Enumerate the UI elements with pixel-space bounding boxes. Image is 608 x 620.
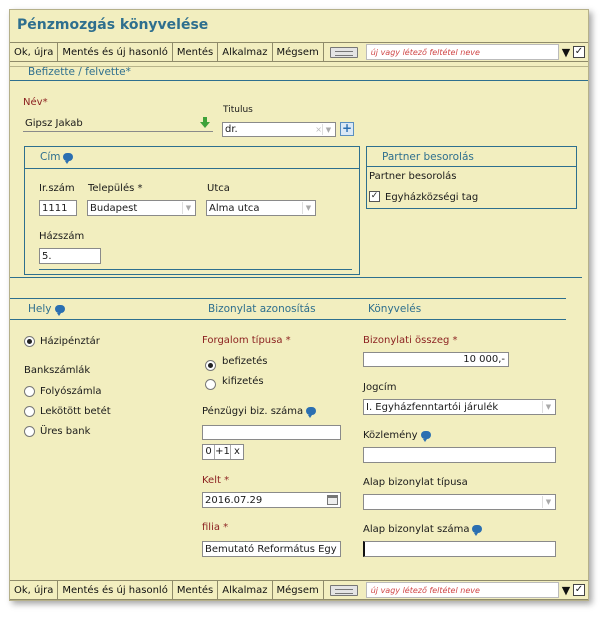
fin-doc-label: Pénzügyi biz. száma	[202, 406, 317, 418]
titulus-combo[interactable]: dr. × ▼	[222, 122, 336, 137]
street-label: Utca	[207, 183, 230, 194]
base-doc-type-combo[interactable]: ▼	[363, 494, 556, 510]
partner-sub-label: Partner besorolás	[369, 171, 457, 182]
cancel-button[interactable]: Mégsem	[273, 580, 324, 600]
cancel-button[interactable]: Mégsem	[273, 42, 324, 62]
branch-label: filia *	[202, 522, 229, 533]
save-similar-button[interactable]: Mentés és új hasonló	[58, 42, 173, 62]
condition-name-input[interactable]: új vagy létező feltétel neve	[365, 44, 559, 60]
house-number-label: Házszám	[39, 231, 85, 242]
divider	[367, 166, 576, 167]
booking-title: Könyvelés	[368, 303, 422, 315]
amount-label: Bizonylati összeg *	[363, 335, 458, 346]
booking-window: Pénzmozgás könyvelése Ok, újra Mentés és…	[9, 9, 589, 601]
jogcim-combo[interactable]: I. Egyházfenntartói járulék ▼	[363, 399, 556, 415]
condition-name-input[interactable]: új vagy létező feltétel neve	[365, 582, 559, 598]
current-account-label: Folyószámla	[40, 386, 102, 397]
apply-button[interactable]: Alkalmaz	[218, 42, 273, 62]
comment-icon[interactable]	[472, 525, 483, 536]
paid-section-title: Befizette / felvette*	[28, 66, 131, 78]
date-input[interactable]: 2016.07.29	[202, 492, 341, 508]
add-icon[interactable]: +	[340, 122, 354, 136]
chevron-down-icon[interactable]: ▼	[542, 496, 554, 508]
divider	[25, 168, 359, 169]
zip-input[interactable]: 1111	[39, 200, 77, 216]
withdraw-label: kifizetés	[222, 376, 264, 387]
window-title: Pénzmozgás könyvelése	[17, 17, 209, 33]
base-doc-number-label: Alap bizonylat száma	[363, 524, 483, 536]
member-checkbox[interactable]: ✓	[369, 191, 380, 202]
transaction-type-label: Forgalom típusa *	[202, 335, 291, 346]
fin-doc-input[interactable]	[202, 425, 341, 440]
partner-title: Partner besorolás	[382, 151, 474, 163]
condition-checkbox[interactable]: ✓	[573, 584, 585, 596]
condition-dropdown-icon[interactable]: ▼	[559, 584, 573, 597]
ok-again-button[interactable]: Ok, újra	[10, 580, 59, 600]
top-toolbar: Ok, újra Mentés és új hasonló Mentés Alk…	[10, 42, 588, 62]
condition-dropdown-icon[interactable]: ▼	[559, 46, 573, 59]
counter-group: 0 +1 x	[202, 444, 244, 460]
branch-input[interactable]: Bemutató Református Egy	[202, 541, 341, 557]
name-field[interactable]: Gipsz Jakab	[23, 116, 213, 132]
city-combo[interactable]: Budapest ▼	[87, 200, 196, 216]
bank-accounts-label: Bankszámlák	[24, 365, 91, 376]
name-label: Név*	[23, 97, 48, 108]
member-label: Egyházközségi tag	[385, 192, 479, 203]
chevron-down-icon[interactable]: ▼	[302, 202, 314, 214]
document-id-title: Bizonylat azonosítás	[208, 303, 316, 315]
ok-again-button[interactable]: Ok, újra	[10, 42, 59, 62]
withdraw-radio[interactable]	[205, 379, 216, 390]
divider	[10, 80, 588, 81]
divider	[10, 277, 582, 278]
comment-label: Közlemény	[363, 430, 431, 442]
save-button[interactable]: Mentés	[173, 42, 219, 62]
address-title: Cím	[40, 151, 74, 164]
counter-clear-button[interactable]: x	[231, 445, 243, 459]
clear-icon[interactable]: ×	[315, 125, 322, 134]
keyboard-icon[interactable]	[329, 584, 358, 596]
chevron-down-icon[interactable]: ▼	[542, 401, 554, 413]
comment-input[interactable]	[363, 447, 556, 463]
house-number-input[interactable]: 5.	[39, 248, 101, 264]
jogcim-label: Jogcím	[363, 382, 397, 393]
bottom-toolbar: Ok, újra Mentés és új hasonló Mentés Alk…	[10, 580, 588, 600]
deposit-label: befizetés	[222, 356, 268, 367]
save-similar-button[interactable]: Mentés és új hasonló	[58, 580, 173, 600]
fixed-deposit-label: Lekötött betét	[40, 406, 111, 417]
divider	[10, 319, 566, 320]
base-doc-number-input[interactable]	[363, 541, 556, 557]
down-arrow-icon[interactable]	[199, 117, 211, 129]
amount-input[interactable]: 10 000,-	[363, 352, 509, 367]
comment-icon[interactable]	[54, 305, 65, 316]
condition-checkbox[interactable]: ✓	[573, 46, 585, 58]
chevron-down-icon[interactable]: ▼	[322, 124, 334, 135]
divider	[39, 269, 352, 270]
base-doc-type-label: Alap bizonylat típusa	[363, 477, 468, 488]
current-account-radio[interactable]	[24, 386, 35, 397]
zip-label: Ir.szám	[39, 183, 75, 194]
save-button[interactable]: Mentés	[173, 580, 219, 600]
calendar-icon[interactable]	[327, 495, 338, 505]
comment-icon[interactable]	[420, 431, 431, 442]
divider	[10, 298, 566, 299]
comment-icon[interactable]	[63, 153, 74, 164]
chevron-down-icon[interactable]: ▼	[182, 202, 194, 214]
empty-bank-label: Üres bank	[40, 426, 91, 437]
apply-button[interactable]: Alkalmaz	[218, 580, 273, 600]
date-label: Kelt *	[202, 475, 230, 486]
counter-plus-button[interactable]: +1	[215, 445, 231, 459]
titulus-label: Titulus	[223, 105, 253, 115]
deposit-radio[interactable]	[205, 360, 216, 371]
counter-zero-button[interactable]: 0	[203, 445, 215, 459]
empty-bank-radio[interactable]	[24, 426, 35, 437]
keyboard-icon[interactable]	[329, 46, 358, 58]
place-title: Hely	[28, 303, 65, 316]
fixed-deposit-radio[interactable]	[24, 406, 35, 417]
city-label: Település *	[88, 183, 143, 194]
cash-radio[interactable]	[24, 336, 35, 347]
cash-label: Házipénztár	[40, 336, 100, 347]
street-combo[interactable]: Alma utca ▼	[206, 200, 316, 216]
comment-icon[interactable]	[306, 407, 317, 418]
